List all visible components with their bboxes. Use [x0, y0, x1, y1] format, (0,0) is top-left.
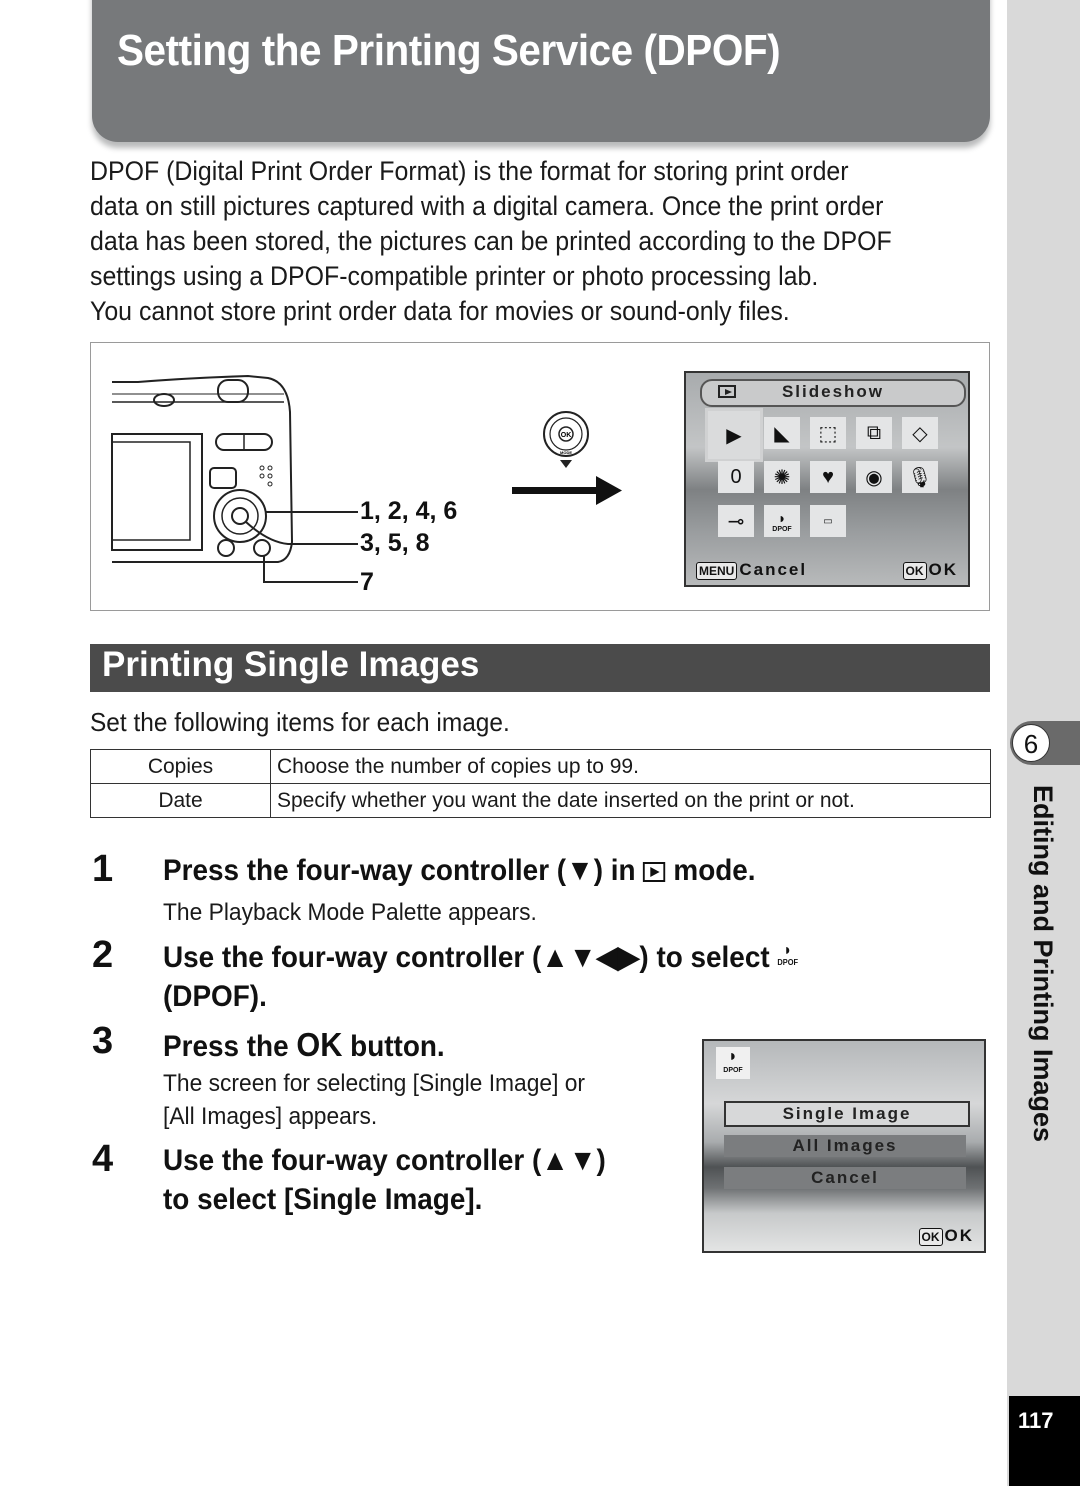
page-title: Setting the Printing Service (DPOF)	[117, 26, 781, 75]
intro-line: settings using a DPOF-compatible printer…	[90, 261, 819, 291]
step-heading: Use the four-way controller (▲▼)	[163, 1144, 606, 1177]
intro-line: data has been stored, the pictures can b…	[90, 226, 892, 256]
intro-line: data on still pictures captured with a d…	[90, 191, 884, 221]
dpof-selection-screen: ◗ DPOF Single Image All Images Cancel OK O…	[702, 1039, 986, 1253]
voice-memo-icon[interactable]: 🎙	[902, 461, 938, 493]
ok-button-glyph: OK	[296, 1026, 343, 1063]
callout-label: 7	[360, 568, 374, 596]
step-number: 1	[92, 848, 114, 890]
option-single-image[interactable]: Single Image	[724, 1101, 970, 1127]
cancel-control[interactable]: MENU Cancel	[696, 560, 807, 580]
controller-ok-label: OK	[561, 432, 572, 439]
settings-table: Copies Choose the number of copies up to…	[90, 749, 991, 818]
step-number: 4	[92, 1138, 114, 1180]
page-number: 117	[1018, 1408, 1054, 1433]
controller-mode-label: MODE	[560, 450, 572, 455]
dpof-icon-label: DPOF	[772, 525, 792, 533]
camera-back-illustration	[111, 374, 358, 583]
option-all-images[interactable]: All Images	[724, 1135, 966, 1157]
step-description: The screen for selecting [Single Image] …	[163, 1070, 586, 1097]
cancel-label: Cancel	[739, 560, 808, 579]
intro-line: You cannot store print order data for mo…	[90, 296, 790, 326]
four-way-controller-icon: OK MODE	[543, 411, 589, 468]
palette-header: Slideshow	[700, 379, 966, 407]
step-number: 2	[92, 934, 114, 976]
section-title: Printing Single Images	[102, 645, 480, 684]
step-heading: Press the four-way controller (▼) in mod…	[163, 854, 756, 888]
ok-key-icon: OK	[918, 1228, 943, 1246]
step-heading-text: mode.	[673, 854, 756, 887]
digital-filter-icon[interactable]: 0	[718, 461, 754, 493]
callout-label: 1, 2, 4, 6	[360, 497, 458, 525]
chapter-number: 6	[1012, 724, 1050, 762]
dpof-screen-footer: OK OK	[714, 1225, 974, 1247]
cropping-icon[interactable]: ⬚	[810, 417, 846, 449]
intro-line: DPOF (Digital Print Order Format) is the…	[90, 156, 849, 186]
table-row: Date Specify whether you want the date i…	[90, 783, 991, 818]
dpof-icon-label: DPOF	[723, 1067, 743, 1074]
brightness-filter-icon[interactable]: ✺	[764, 461, 800, 493]
playback-mode-icon	[643, 862, 666, 882]
resize-icon[interactable]: ◣	[764, 417, 800, 449]
ok-control[interactable]: OK OK	[918, 1226, 975, 1246]
step-heading: Use the four-way controller (▲▼◀▶) to se…	[163, 940, 798, 975]
step-heading-text: Press the four-way controller (▼) in	[163, 854, 636, 887]
frame-composite-icon[interactable]: ♥	[810, 461, 846, 493]
dpof-icon-glyph: ◗	[777, 509, 787, 526]
dpof-icon: ◗ DPOF	[777, 942, 799, 967]
dpof-icon: ◗ DPOF	[716, 1047, 750, 1079]
ok-label: OK	[944, 1226, 974, 1245]
section-lead: Set the following items for each image.	[90, 707, 510, 737]
down-arrow-icon	[560, 460, 572, 468]
ok-control[interactable]: OK OK	[902, 560, 959, 580]
step-heading-line2: (DPOF).	[163, 980, 267, 1013]
palette-header-title: Slideshow	[781, 382, 885, 401]
step-number: 3	[92, 1020, 114, 1062]
slideshow-icon[interactable]: ▶	[705, 408, 763, 462]
table-item-description: Specify whether you want the date insert…	[270, 783, 991, 818]
table-item-description: Choose the number of copies up to 99.	[270, 749, 991, 784]
table-item-name: Date	[90, 783, 271, 818]
red-eye-edit-icon[interactable]: ◉	[856, 461, 892, 493]
palette-footer: MENU Cancel OK OK	[696, 559, 958, 581]
table-item-name: Copies	[90, 749, 271, 784]
table-row: Copies Choose the number of copies up to…	[90, 749, 991, 784]
step-heading-text: Use the four-way controller (▲▼◀▶) to se…	[163, 941, 770, 974]
step-heading-line2: to select [Single Image].	[163, 1183, 483, 1216]
chapter-title: Editing and Printing Images	[1028, 785, 1058, 1143]
intro-paragraph: DPOF (Digital Print Order Format) is the…	[90, 154, 945, 329]
step-heading-text: button.	[350, 1030, 445, 1063]
ok-label: OK	[928, 560, 958, 579]
callout-label: 3, 5, 8	[360, 529, 430, 557]
image-copy-icon[interactable]: ⧉	[856, 417, 892, 449]
option-cancel[interactable]: Cancel	[724, 1167, 966, 1189]
start-up-screen-icon[interactable]: ▭	[810, 505, 846, 537]
protect-icon[interactable]: ⊸	[718, 505, 754, 537]
menu-key-icon: MENU	[696, 562, 738, 580]
step-heading-text: Press the	[163, 1030, 289, 1063]
step-heading: Press the OK button.	[163, 1026, 445, 1064]
dpof-icon[interactable]: ◗ DPOF	[764, 505, 800, 537]
step-description: [All Images] appears.	[163, 1103, 378, 1130]
step-description: The Playback Mode Palette appears.	[163, 899, 537, 926]
ok-key-icon: OK	[902, 562, 927, 580]
playback-palette-screen: Slideshow ▶ ◣ ⬚ ⧉ ◇ 0 ✺ ♥ ◉ 🎙 ⊸ ◗ DPOF ▭ …	[684, 371, 970, 587]
right-arrow-icon	[512, 476, 622, 505]
rotate-icon[interactable]: ◇	[902, 417, 938, 449]
